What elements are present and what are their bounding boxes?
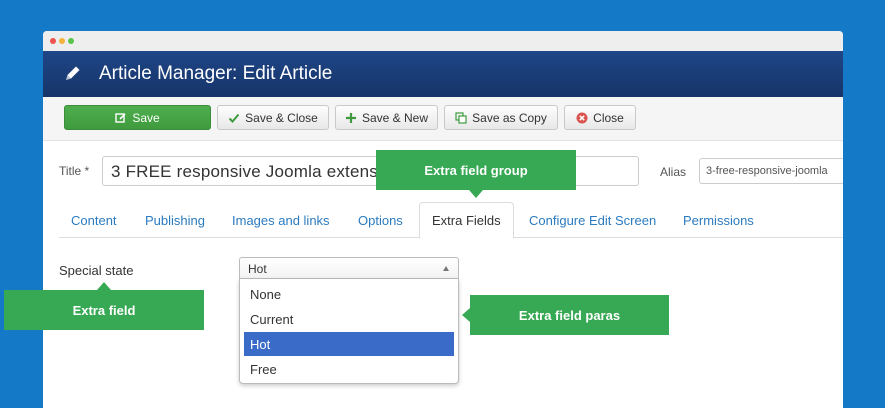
save-copy-label: Save as Copy bbox=[472, 110, 547, 125]
tab-publishing[interactable]: Publishing bbox=[145, 202, 205, 238]
tab-permissions[interactable]: Permissions bbox=[683, 202, 754, 238]
alias-label: Alias bbox=[660, 165, 687, 179]
plus-icon bbox=[345, 112, 356, 123]
save-new-button[interactable]: Save & New bbox=[335, 105, 438, 130]
special-state-dropdown: None Current Hot Free bbox=[239, 279, 459, 384]
save-copy-button[interactable]: Save as Copy bbox=[444, 105, 558, 130]
callout-pointer bbox=[469, 190, 483, 198]
edit-icon bbox=[115, 112, 126, 123]
check-icon bbox=[228, 113, 240, 123]
tab-options[interactable]: Options bbox=[358, 202, 403, 238]
save-button[interactable]: Save bbox=[64, 105, 211, 130]
save-close-label: Save & Close bbox=[245, 110, 318, 125]
save-new-label: Save & New bbox=[361, 110, 429, 125]
caret-up-icon bbox=[443, 266, 449, 271]
tab-images-links[interactable]: Images and links bbox=[232, 202, 330, 238]
tab-configure-edit-screen[interactable]: Configure Edit Screen bbox=[529, 202, 656, 238]
callout-paras-text: Extra field paras bbox=[518, 307, 621, 323]
close-button-label: Close bbox=[593, 110, 624, 125]
option-free[interactable]: Free bbox=[244, 357, 454, 381]
page-title: Article Manager: Edit Article bbox=[99, 63, 333, 84]
save-close-button[interactable]: Save & Close bbox=[217, 105, 329, 130]
callout-group-text: Extra field group bbox=[424, 162, 528, 178]
callout-pointer bbox=[462, 308, 470, 322]
pencil-icon bbox=[66, 66, 80, 80]
copy-icon bbox=[455, 111, 467, 124]
page-header: Article Manager: Edit Article bbox=[43, 51, 843, 97]
tab-bar: Content Publishing Images and links Opti… bbox=[59, 202, 843, 239]
alias-input[interactable]: 3-free-responsive-joomla bbox=[699, 158, 843, 184]
save-button-label: Save bbox=[132, 110, 160, 125]
special-state-label: Special state bbox=[59, 263, 134, 278]
toolbar: Save Save & Close Save & New Save as Cop… bbox=[43, 97, 843, 141]
option-hot[interactable]: Hot bbox=[244, 332, 454, 356]
callout-pointer bbox=[97, 282, 111, 290]
window-chrome bbox=[43, 31, 843, 51]
tab-extra-fields[interactable]: Extra Fields bbox=[419, 202, 514, 239]
browser-window: Article Manager: Edit Article Save Save … bbox=[43, 31, 843, 408]
close-window-dot[interactable] bbox=[50, 38, 56, 44]
close-circle-icon bbox=[576, 112, 588, 123]
callout-extra-field: Extra field bbox=[4, 282, 204, 330]
selected-value: Hot bbox=[248, 262, 267, 276]
option-current[interactable]: Current bbox=[244, 307, 454, 331]
title-label: Title * bbox=[59, 164, 90, 178]
maximize-window-dot[interactable] bbox=[68, 38, 74, 44]
minimize-window-dot[interactable] bbox=[59, 38, 65, 44]
tab-content[interactable]: Content bbox=[71, 202, 117, 238]
option-none[interactable]: None bbox=[244, 282, 454, 306]
close-button[interactable]: Close bbox=[564, 105, 636, 130]
special-state-select[interactable]: Hot bbox=[239, 257, 459, 279]
callout-field-text: Extra field bbox=[72, 302, 136, 318]
callout-extra-field-group: Extra field group bbox=[376, 150, 576, 198]
callout-extra-field-paras: Extra field paras bbox=[462, 295, 669, 335]
